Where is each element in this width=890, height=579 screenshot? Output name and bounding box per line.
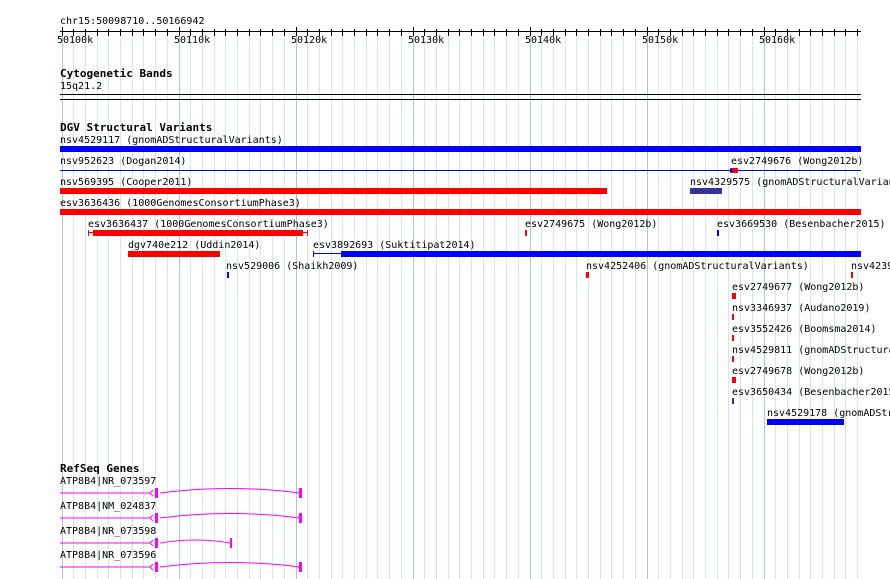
strand-arrow-icon [149, 489, 154, 497]
variant-bar-loss[interactable] [227, 272, 229, 278]
variant-bar-gain[interactable] [732, 335, 734, 341]
variant-bar-gain-end[interactable] [88, 230, 89, 236]
variant-bar-gain[interactable] [586, 272, 589, 278]
variant-bar-gain[interactable] [732, 356, 734, 362]
ruler [60, 27, 861, 36]
gene-model[interactable] [60, 562, 302, 572]
gene-intron [60, 562, 301, 568]
variant-bar-loss[interactable] [341, 251, 861, 257]
gene-exon [299, 562, 302, 572]
gene-model[interactable] [60, 538, 232, 548]
gene-exon [155, 513, 158, 523]
dgv-features [60, 146, 861, 425]
variant-bar-loss[interactable] [730, 169, 733, 172]
cytoband-track [60, 94, 861, 100]
variant-bar-gain[interactable] [732, 314, 734, 320]
strand-arrow-icon [149, 514, 154, 522]
variant-bar-gain-end[interactable] [307, 230, 308, 236]
gene-exon [230, 538, 232, 548]
variant-bar-gain[interactable] [525, 230, 527, 236]
variant-bar-gain[interactable] [732, 377, 736, 383]
variant-bar-gain[interactable] [60, 209, 861, 215]
variant-bar-loss[interactable] [60, 146, 861, 152]
variant-bar-loss[interactable] [767, 419, 844, 425]
gene-exon [155, 488, 158, 498]
gene-intron [60, 539, 231, 544]
gene-intron [60, 513, 301, 519]
variant-bar-gain[interactable] [732, 293, 736, 299]
gene-exon [155, 562, 158, 572]
variant-bar-gain[interactable] [851, 272, 853, 278]
strand-arrow-icon [149, 539, 154, 547]
variant-bar-loss-thin[interactable] [313, 253, 341, 254]
variant-bar-gain[interactable] [93, 230, 303, 236]
gene-model[interactable] [60, 488, 302, 498]
variant-bar-gain[interactable] [60, 188, 607, 194]
variant-bar-complex[interactable] [732, 398, 734, 404]
gene-model[interactable] [60, 513, 302, 523]
gene-exon [299, 488, 302, 498]
gene-exon [299, 513, 302, 523]
gene-intron [60, 488, 301, 494]
variant-bar-loss[interactable] [717, 230, 719, 236]
variant-bar-gain[interactable] [128, 251, 220, 257]
variant-bar-complex[interactable] [690, 188, 722, 194]
refseq-features [60, 488, 302, 572]
strand-arrow-icon [149, 563, 154, 571]
gene-exon [155, 538, 158, 548]
variant-bar-loss[interactable] [60, 170, 861, 171]
tracks-canvas [60, 27, 861, 572]
